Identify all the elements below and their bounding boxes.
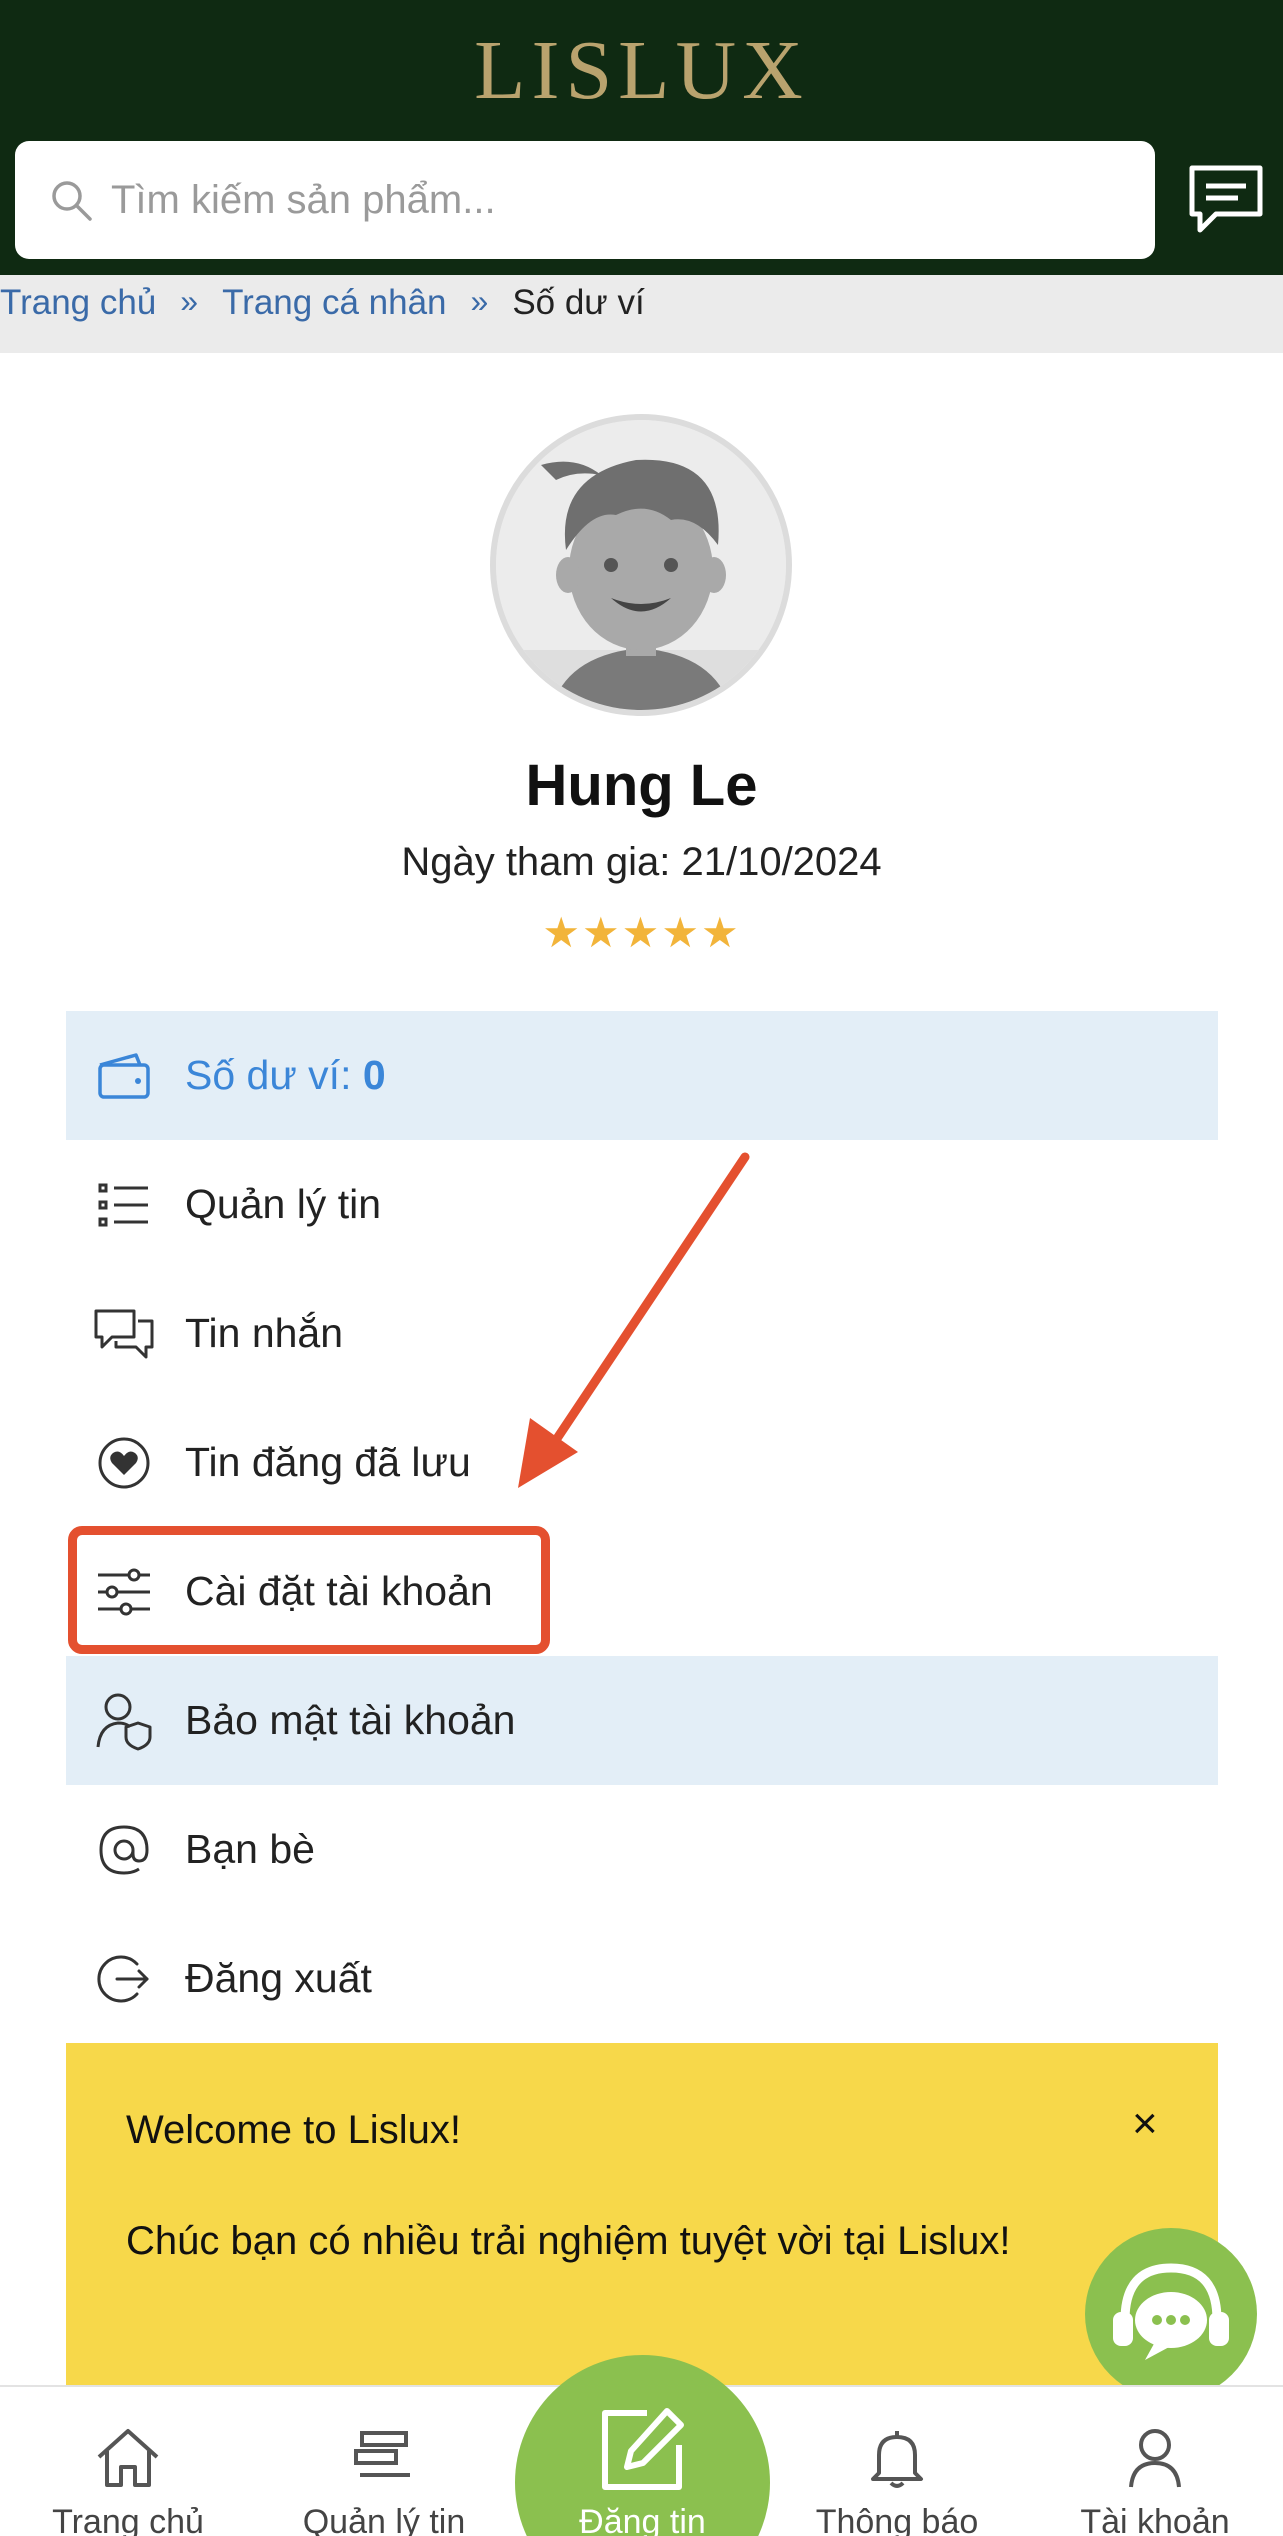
menu-item-friends[interactable]: Bạn bè [66, 1785, 1218, 1914]
menu-item-label: Quản lý tin [185, 1181, 381, 1227]
banner-title: Welcome to Lislux! [126, 2108, 461, 2152]
nav-label: Trang chủ [52, 2503, 204, 2536]
profile-name: Hung Le [525, 753, 758, 818]
wallet-balance: Số dư ví: 0 [185, 1052, 386, 1099]
at-icon [94, 1820, 154, 1880]
nav-home[interactable]: Trang chủ [18, 2387, 238, 2536]
menu-item-label: Bạn bè [185, 1826, 315, 1872]
manage-icon [354, 2431, 410, 2477]
edit-icon [602, 2408, 684, 2490]
breadcrumb-current: Số dư ví [512, 283, 645, 322]
nav-label: Đăng tin [579, 2503, 706, 2536]
chat-icon[interactable] [1186, 162, 1266, 238]
bell-icon [871, 2431, 923, 2488]
home-icon [97, 2429, 159, 2487]
heart-icon [94, 1433, 154, 1493]
nav-manage-posts[interactable]: Quản lý tin [274, 2387, 494, 2536]
menu-item-label: Tin đăng đã lưu [185, 1439, 471, 1485]
search-input[interactable]: Tìm kiếm sản phẩm... [111, 178, 496, 223]
menu-item-messages[interactable]: Tin nhắn [66, 1269, 1218, 1398]
menu-item-label: Đăng xuất [185, 1955, 372, 2001]
brand-logo[interactable]: LISLUX [0, 22, 1283, 119]
user-shield-icon [94, 1691, 154, 1751]
breadcrumb-separator: » [470, 283, 489, 319]
menu-item-label: Tin nhắn [185, 1310, 344, 1356]
menu-item-logout[interactable]: Đăng xuất [66, 1914, 1218, 2043]
breadcrumb: Trang chủ » Trang cá nhân » Số dư ví [0, 275, 1283, 353]
nav-label: Tài khoản [1080, 2503, 1230, 2536]
welcome-banner: Welcome to Lislux! Chúc bạn có nhiều trả… [66, 2043, 1218, 2403]
nav-label: Quản lý tin [302, 2503, 466, 2536]
nav-label: Thông báo [815, 2503, 979, 2536]
search-bar[interactable]: Tìm kiếm sản phẩm... [15, 141, 1155, 259]
close-icon[interactable]: × [1132, 2099, 1158, 2149]
nav-account[interactable]: Tài khoản [1045, 2387, 1265, 2536]
avatar[interactable] [490, 414, 792, 716]
join-date: Ngày tham gia: 21/10/2024 [401, 840, 882, 884]
breadcrumb-profile[interactable]: Trang cá nhân [222, 283, 446, 323]
menu-item-wallet[interactable]: Số dư ví: 0 [66, 1011, 1218, 1140]
logout-icon [94, 1949, 154, 2009]
menu-item-account-security[interactable]: Bảo mật tài khoản [66, 1656, 1218, 1785]
app-header: LISLUX Tìm kiếm sản phẩm... [0, 0, 1283, 275]
search-icon [52, 181, 92, 221]
list-icon [94, 1175, 154, 1235]
wallet-label: Số dư ví: [185, 1052, 363, 1098]
user-icon [1129, 2429, 1181, 2488]
menu-item-label: Bảo mật tài khoản [185, 1697, 516, 1743]
support-chat-button[interactable] [1085, 2228, 1257, 2400]
menu-item-saved-posts[interactable]: Tin đăng đã lưu [66, 1398, 1218, 1527]
nav-notifications[interactable]: Thông báo [787, 2387, 1007, 2536]
headset-chat-icon [1113, 2263, 1229, 2360]
wallet-icon [94, 1046, 154, 1106]
annotation-highlight-box [68, 1526, 550, 1654]
avatar-illustration [496, 420, 786, 710]
breadcrumb-separator: » [180, 283, 199, 319]
menu-item-manage-posts[interactable]: Quản lý tin [66, 1140, 1218, 1269]
banner-message: Chúc bạn có nhiều trải nghiệm tuyệt vời … [126, 2219, 1011, 2263]
messages-icon [94, 1304, 154, 1364]
wallet-value: 0 [362, 1052, 386, 1098]
star-rating: ★★★★★ [542, 909, 741, 956]
breadcrumb-home[interactable]: Trang chủ [0, 283, 156, 323]
